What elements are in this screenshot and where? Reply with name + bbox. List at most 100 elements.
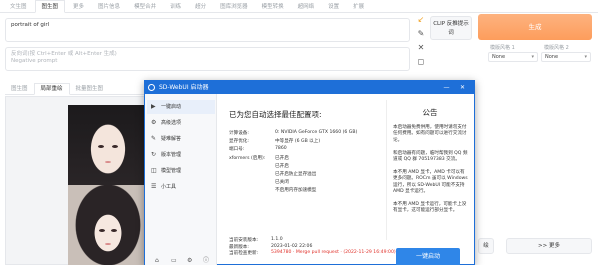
- eye-left: [98, 145, 104, 148]
- prompt-text: portrait of girl: [11, 22, 50, 28]
- subtab-0[interactable]: 图生图: [5, 84, 34, 94]
- sidebar-icon: ☰: [151, 183, 157, 190]
- restore-icon[interactable]: ↙: [416, 15, 426, 25]
- sidebar-item-label: 版本管理: [161, 152, 182, 158]
- footer-value: 1.1.0: [271, 237, 283, 242]
- config-value[interactable]: 中等显存 (6 GB 以上): [275, 138, 320, 144]
- footer-value: 5394780 · Merge pull request · (2022-11-…: [271, 250, 396, 255]
- footer-key: 当前检查更新:: [229, 251, 259, 256]
- config-value[interactable]: 已开启: [275, 155, 289, 161]
- subtab-1[interactable]: 局部重绘: [33, 83, 70, 95]
- sidebar-item-1[interactable]: ⚙ 高级选项: [147, 116, 215, 130]
- sidebar-icon: ⚙: [151, 119, 157, 126]
- sidebar-item-3[interactable]: ↻ 版本管理: [147, 148, 215, 162]
- home-icon[interactable]: ⌂: [155, 257, 159, 264]
- result-image-1[interactable]: [68, 105, 148, 185]
- notice-panel: 公告 本启动器免费供用，使用时请勿支付任何费用。如有问题可以进行交流讨论。 和启…: [386, 100, 472, 240]
- launcher-title: SD-WebUI 启动器: [159, 84, 209, 91]
- img2img-subtabs: 图生图 局部重绘 批量图生图: [5, 82, 145, 95]
- sidebar-item-label: 模型管理: [161, 168, 182, 174]
- sidebar-item-label: 高级选项: [161, 120, 182, 126]
- paste-icon[interactable]: ✎: [416, 29, 426, 39]
- config-key: xformers (启用):: [229, 155, 266, 161]
- tab-2[interactable]: 更多: [67, 2, 90, 12]
- launcher-logo-icon: [148, 84, 155, 91]
- launcher-main: 已为您自动选择最佳配置项: 计算设备: 0: NVIDIA GeForce GTX…: [225, 94, 396, 265]
- sidebar-item-0[interactable]: ▶ 一键启动: [147, 100, 215, 114]
- chevron-down-icon: ▾: [531, 54, 534, 60]
- webui-root: 文生图 图生图 更多 图片信息 模型合并 训练 超分 图库浏览器 模型转换 超网络 设置 扩展 por…: [0, 0, 598, 265]
- config-value[interactable]: 7860: [275, 146, 287, 151]
- tab-9[interactable]: 超网络: [292, 2, 321, 12]
- config-key: 显存优化:: [229, 139, 249, 145]
- more-button[interactable]: >> 更多: [506, 238, 592, 254]
- sidebar-icon: ↻: [151, 151, 157, 158]
- eye-right: [112, 145, 118, 148]
- launcher-window: SD-WebUI 启动器 — ✕ ⌂ ▭ ⚙ ⓘ ▶ 一键启动 ⚙ 高级选项 ✎ 疑难解答…: [144, 80, 475, 265]
- config-value[interactable]: 不启用内存加速模型: [275, 187, 316, 193]
- tab-10[interactable]: 设置: [322, 2, 345, 12]
- save-style-icon[interactable]: ◻: [416, 57, 426, 67]
- sidebar-icon: ▶: [151, 103, 156, 110]
- footer-key: 当前安装版本:: [229, 238, 259, 243]
- config-value[interactable]: 已开启: [275, 163, 289, 169]
- result-image-2[interactable]: [68, 185, 148, 265]
- footer-value: 2023-01-02 22:06: [271, 243, 313, 249]
- image-gallery: [5, 96, 148, 265]
- sidebar-item-5[interactable]: ☰ 小工具: [147, 180, 215, 194]
- notice-title: 公告: [422, 108, 438, 117]
- style1-select[interactable]: None ▾: [488, 52, 538, 62]
- sidebar-item-label: 疑难解答: [161, 136, 182, 142]
- tab-8[interactable]: 模型转换: [256, 2, 290, 12]
- sidebar-item-4[interactable]: ◫ 模型管理: [147, 164, 215, 178]
- launcher-sidebar: ⌂ ▭ ⚙ ⓘ ▶ 一键启动 ⚙ 高级选项 ✎ 疑难解答 ↻ 版本管理 ◫ 模型管理 ☰ 小工具: [145, 94, 217, 265]
- trash-icon[interactable]: ✕: [416, 43, 426, 53]
- chevron-down-icon: ▾: [584, 54, 587, 60]
- style1-value: None: [492, 54, 506, 60]
- tab-5[interactable]: 训练: [164, 2, 187, 12]
- launcher-titlebar[interactable]: SD-WebUI 启动器: [145, 81, 474, 94]
- config-value[interactable]: 0: NVIDIA GeForce GTX 1660 (6 GB): [275, 130, 357, 135]
- tab-4[interactable]: 模型合并: [128, 2, 162, 12]
- lips: [105, 161, 111, 163]
- minimize-icon[interactable]: —: [441, 81, 452, 94]
- sidebar-icon: ✎: [151, 135, 157, 142]
- sidebar-item-label: 小工具: [161, 184, 177, 190]
- generate-button[interactable]: 生成: [478, 14, 592, 40]
- sidebar-icon: ◫: [151, 167, 157, 174]
- tab-6[interactable]: 超分: [189, 2, 212, 12]
- eye-left: [99, 229, 105, 232]
- tab-7[interactable]: 图库浏览器: [214, 2, 254, 12]
- info-icon[interactable]: ⓘ: [203, 255, 209, 264]
- clip-interrogate-button[interactable]: CLIP 反推提示词: [430, 16, 472, 40]
- negative-prompt-input[interactable]: 反向词(按 Ctrl+Enter 或 Alt+Enter 生成) Negativ…: [5, 47, 410, 71]
- tab-11[interactable]: 扩展: [347, 2, 370, 12]
- tab-0[interactable]: 文生图: [4, 2, 33, 12]
- subtab-2[interactable]: 批量图生图: [70, 84, 110, 94]
- close-icon[interactable]: ✕: [457, 81, 468, 94]
- style2-value: None: [545, 54, 559, 60]
- config-heading: 已为您自动选择最佳配置项:: [229, 110, 322, 119]
- send-button[interactable]: 绘: [478, 238, 494, 254]
- tab-1[interactable]: 图生图: [34, 0, 66, 13]
- settings-icon[interactable]: ⚙: [187, 257, 192, 264]
- eye-right: [111, 229, 117, 232]
- girl-portrait: [68, 185, 148, 265]
- top-nav: 文生图 图生图 更多 图片信息 模型合并 训练 超分 图库浏览器 模型转换 超网络 设置 扩展: [0, 0, 598, 13]
- prompt-input[interactable]: portrait of girl: [5, 18, 410, 42]
- style2-select[interactable]: None ▾: [541, 52, 591, 62]
- sidebar-item-label: 一键启动: [161, 104, 182, 110]
- config-key: 端口号:: [229, 147, 245, 153]
- notice-text: 本启动器免费供用，使用时请勿支付任何费用。如有问题可以进行交流讨论。 和启动器有…: [393, 125, 468, 214]
- style2-label: 模版风格 2: [544, 45, 569, 51]
- config-value[interactable]: 已关闭: [275, 179, 289, 185]
- style1-label: 模版风格 1: [490, 45, 515, 51]
- config-value[interactable]: 已开启防止显存溢出: [275, 171, 316, 177]
- one-click-launch-button[interactable]: 一键启动: [396, 248, 460, 265]
- girl-portrait: [68, 105, 148, 185]
- config-key: 计算设备:: [229, 131, 249, 136]
- lips: [105, 243, 111, 245]
- sidebar-item-2[interactable]: ✎ 疑难解答: [147, 132, 215, 146]
- tab-3[interactable]: 图片信息: [92, 2, 126, 12]
- folder-icon[interactable]: ▭: [171, 257, 177, 264]
